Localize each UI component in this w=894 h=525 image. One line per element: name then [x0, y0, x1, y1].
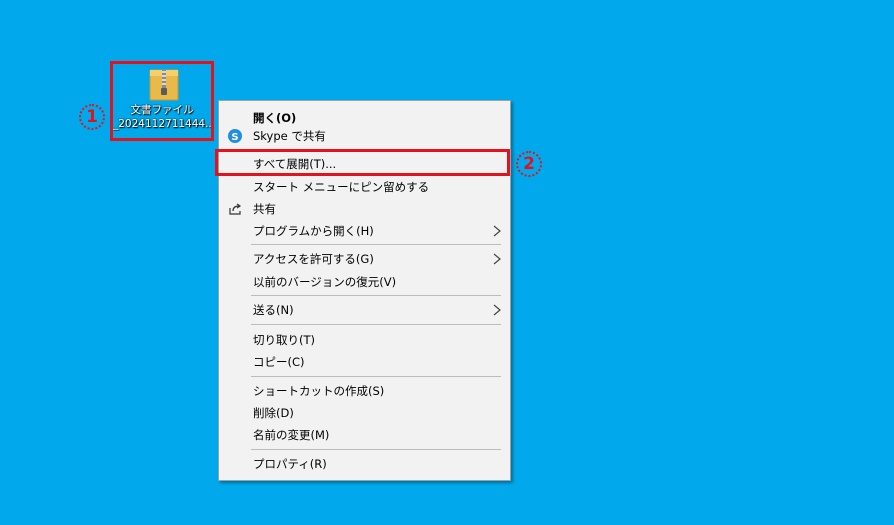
file-name-line2: _2024112711444... [113, 118, 211, 130]
menu-item-properties-label: プロパティ(R) [253, 457, 327, 471]
menu-item-pin-to-start-label: スタート メニューにピン留めする [253, 180, 430, 194]
menu-separator [251, 244, 501, 245]
menu-item-share[interactable]: 共有 [221, 198, 508, 220]
menu-item-skype-share[interactable]: S Skype で共有 [221, 125, 508, 147]
menu-item-skype-share-label: Skype で共有 [253, 129, 326, 143]
zip-folder-icon [149, 69, 179, 101]
menu-item-cut-label: 切り取り(T) [253, 333, 315, 347]
skype-icon: S [228, 129, 242, 143]
menu-item-copy[interactable]: コピー(C) [221, 351, 508, 373]
menu-item-create-shortcut[interactable]: ショートカットの作成(S) [221, 380, 508, 402]
menu-item-delete[interactable]: 削除(D) [221, 402, 508, 424]
menu-separator [251, 324, 501, 325]
menu-separator [251, 449, 501, 450]
menu-item-pin-to-start[interactable]: スタート メニューにピン留めする [221, 176, 508, 198]
file-name-line1: 文書ファイル [130, 104, 194, 116]
menu-item-rename[interactable]: 名前の変更(M) [221, 424, 508, 446]
menu-item-restore-versions-label: 以前のバージョンの復元(V) [253, 275, 397, 289]
menu-item-send-to-label: 送る(N) [253, 303, 294, 317]
highlight-extract-all [215, 149, 510, 176]
menu-item-restore-versions[interactable]: 以前のバージョンの復元(V) [221, 271, 508, 293]
svg-text:S: S [231, 132, 238, 143]
share-icon [229, 203, 242, 215]
menu-item-delete-label: 削除(D) [253, 406, 294, 420]
callout-number-1: 1 [79, 104, 105, 130]
menu-item-send-to[interactable]: 送る(N) [221, 299, 508, 321]
menu-item-give-access-label: アクセスを許可する(G) [253, 252, 374, 266]
chevron-right-icon [493, 304, 501, 316]
menu-item-cut[interactable]: 切り取り(T) [221, 329, 508, 351]
menu-item-copy-label: コピー(C) [253, 355, 305, 369]
callout-number-2: 2 [516, 151, 542, 177]
menu-item-rename-label: 名前の変更(M) [253, 428, 330, 442]
chevron-right-icon [493, 253, 501, 265]
desktop-file-icon[interactable]: 文書ファイル _2024112711444... [110, 61, 214, 141]
menu-item-share-label: 共有 [253, 202, 276, 216]
menu-item-create-shortcut-label: ショートカットの作成(S) [253, 384, 385, 398]
menu-item-open-with-label: プログラムから開く(H) [253, 224, 374, 238]
menu-item-open-with[interactable]: プログラムから開く(H) [221, 220, 508, 242]
menu-separator [251, 376, 501, 377]
chevron-right-icon [493, 225, 501, 237]
menu-item-give-access[interactable]: アクセスを許可する(G) [221, 248, 508, 270]
menu-item-properties[interactable]: プロパティ(R) [221, 453, 508, 475]
menu-separator [251, 295, 501, 296]
